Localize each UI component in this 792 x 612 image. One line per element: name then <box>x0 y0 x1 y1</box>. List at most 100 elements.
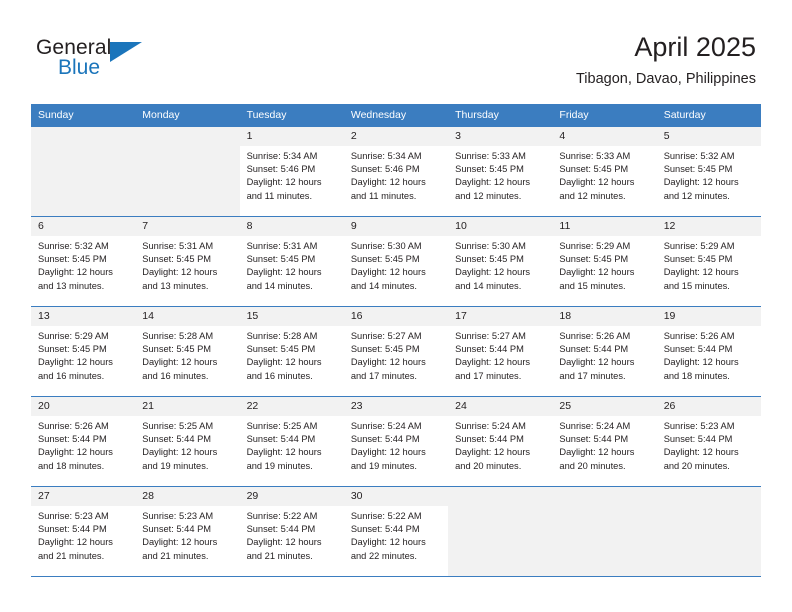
day-number-band: 23 <box>343 397 449 416</box>
day-detail-line: Sunset: 5:44 PM <box>663 344 733 355</box>
calendar-day-cell[interactable]: 8 Sunrise: 5:31 AM Sunset: 5:45 PM Daylight… <box>239 216 344 307</box>
day-detail-line: Sunrise: 5:31 AM <box>246 241 318 251</box>
day-detail-line: Daylight: 12 hours <box>38 357 113 368</box>
day-number-band: 11 <box>552 217 657 236</box>
day-number-band: 3 <box>448 127 553 146</box>
day-detail-line: Daylight: 12 hours <box>38 447 113 458</box>
calendar-day-cell[interactable]: 10 Sunrise: 5:30 AM Sunset: 5:45 PM Dayligh… <box>448 216 553 307</box>
day-cell-content: 12 Sunrise: 5:29 AM Sunset: 5:45 PM Dayligh… <box>656 217 761 306</box>
day-number: 20 <box>38 400 50 412</box>
day-cell-content: 2 Sunrise: 5:34 AM Sunset: 5:46 PM Daylight… <box>343 127 449 216</box>
calendar-page: General Blue April 2025 Tibagon, Davao, … <box>0 0 792 612</box>
day-detail-line: Sunset: 5:45 PM <box>559 164 629 175</box>
day-number: 27 <box>38 490 50 502</box>
day-number-band: 2 <box>343 127 449 146</box>
day-detail-line: Sunrise: 5:32 AM <box>38 241 109 251</box>
calendar-day-cell[interactable]: 25 Sunrise: 5:24 AM Sunset: 5:44 PM Dayligh… <box>552 396 657 487</box>
calendar-day-cell[interactable]: 18 Sunrise: 5:26 AM Sunset: 5:44 PM Dayligh… <box>552 306 657 397</box>
calendar-day-cell[interactable]: 28 Sunrise: 5:23 AM Sunset: 5:44 PM Dayligh… <box>135 486 240 577</box>
day-detail-line: Sunset: 5:44 PM <box>38 434 107 445</box>
brand-logo[interactable]: General Blue <box>36 36 216 84</box>
day-detail-line: Sunset: 5:44 PM <box>350 434 420 445</box>
calendar-week-row: 13 Sunrise: 5:29 AM Sunset: 5:45 PM Dayligh… <box>31 306 761 397</box>
calendar-day-cell[interactable]: 16 Sunrise: 5:27 AM Sunset: 5:45 PM Dayligh… <box>343 306 449 397</box>
day-detail-line: Sunset: 5:44 PM <box>559 344 629 355</box>
day-details: Sunrise: 5:27 AM Sunset: 5:45 PM Daylight:… <box>344 326 448 383</box>
day-cell-content: 3 Sunrise: 5:33 AM Sunset: 5:45 PM Daylight… <box>448 127 553 216</box>
day-detail-line: and 14 minutes. <box>350 280 417 291</box>
day-detail-line: Sunrise: 5:33 AM <box>455 151 526 161</box>
day-detail-line: and 13 minutes. <box>142 280 209 291</box>
calendar-day-cell[interactable]: 17 Sunrise: 5:27 AM Sunset: 5:44 PM Dayligh… <box>448 306 553 397</box>
triangle-flag-icon <box>110 42 142 62</box>
day-cell-content: 24 Sunrise: 5:24 AM Sunset: 5:44 PM Dayligh… <box>448 397 553 486</box>
calendar-day-cell[interactable]: 6 Sunrise: 5:32 AM Sunset: 5:45 PM Daylight… <box>31 216 136 307</box>
calendar-day-cell[interactable]: 30 Sunrise: 5:22 AM Sunset: 5:44 PM Dayligh… <box>343 486 449 577</box>
day-detail-line: Daylight: 12 hours <box>455 447 531 458</box>
day-details: Sunrise: 5:31 AM Sunset: 5:45 PM Daylight:… <box>135 236 239 293</box>
weekday-header-wednesday: Wednesday <box>343 104 449 127</box>
day-detail-line: Sunrise: 5:29 AM <box>559 241 631 251</box>
day-number-band <box>135 127 240 146</box>
day-details: Sunrise: 5:32 AM Sunset: 5:45 PM Daylight:… <box>31 236 135 293</box>
day-cell-content <box>656 487 761 576</box>
day-details: Sunrise: 5:23 AM Sunset: 5:44 PM Daylight:… <box>657 416 761 473</box>
day-details: Sunrise: 5:28 AM Sunset: 5:45 PM Daylight:… <box>135 326 239 383</box>
day-detail-line: Sunset: 5:45 PM <box>663 164 733 175</box>
calendar-day-cell[interactable]: 21 Sunrise: 5:25 AM Sunset: 5:44 PM Dayligh… <box>135 396 240 487</box>
day-details: Sunrise: 5:28 AM Sunset: 5:45 PM Daylight:… <box>240 326 344 383</box>
day-detail-line: and 19 minutes. <box>246 460 313 471</box>
day-detail-line: Sunset: 5:44 PM <box>350 524 420 535</box>
weekday-header-sunday: Sunday <box>31 104 136 127</box>
calendar-day-cell[interactable]: 4 Sunrise: 5:33 AM Sunset: 5:45 PM Daylight… <box>552 127 657 217</box>
day-detail-line: Sunset: 5:44 PM <box>455 344 524 355</box>
calendar-day-cell[interactable]: 22 Sunrise: 5:25 AM Sunset: 5:44 PM Dayligh… <box>239 396 344 487</box>
day-number: 15 <box>246 310 259 322</box>
calendar-day-cell-empty <box>31 127 136 217</box>
day-detail-line: Daylight: 12 hours <box>559 267 635 278</box>
calendar-day-cell[interactable]: 5 Sunrise: 5:32 AM Sunset: 5:45 PM Daylight… <box>656 127 761 217</box>
day-number-band: 27 <box>31 487 136 506</box>
calendar-day-cell[interactable]: 20 Sunrise: 5:26 AM Sunset: 5:44 PM Dayligh… <box>31 396 136 487</box>
day-cell-content: 14 Sunrise: 5:28 AM Sunset: 5:45 PM Dayligh… <box>135 307 240 396</box>
day-detail-line: Sunrise: 5:30 AM <box>350 241 422 251</box>
calendar-day-cell[interactable]: 26 Sunrise: 5:23 AM Sunset: 5:44 PM Dayligh… <box>656 396 761 487</box>
calendar-day-cell[interactable]: 15 Sunrise: 5:28 AM Sunset: 5:45 PM Dayligh… <box>239 306 344 397</box>
calendar-day-cell[interactable]: 9 Sunrise: 5:30 AM Sunset: 5:45 PM Daylight… <box>343 216 449 307</box>
day-cell-content: 7 Sunrise: 5:31 AM Sunset: 5:45 PM Daylight… <box>135 217 240 306</box>
calendar-day-cell[interactable]: 13 Sunrise: 5:29 AM Sunset: 5:45 PM Dayligh… <box>31 306 136 397</box>
calendar-day-cell[interactable]: 11 Sunrise: 5:29 AM Sunset: 5:45 PM Dayligh… <box>552 216 657 307</box>
day-detail-line: Sunrise: 5:32 AM <box>663 151 735 161</box>
day-details: Sunrise: 5:25 AM Sunset: 5:44 PM Daylight:… <box>135 416 239 473</box>
day-detail-line: Sunset: 5:45 PM <box>663 254 733 265</box>
calendar-day-cell[interactable]: 29 Sunrise: 5:22 AM Sunset: 5:44 PM Dayligh… <box>239 486 344 577</box>
day-details: Sunrise: 5:26 AM Sunset: 5:44 PM Daylight:… <box>31 416 135 473</box>
calendar-day-cell[interactable]: 14 Sunrise: 5:28 AM Sunset: 5:45 PM Dayligh… <box>135 306 240 397</box>
day-details: Sunrise: 5:33 AM Sunset: 5:45 PM Daylight:… <box>448 146 552 203</box>
calendar-day-cell[interactable]: 23 Sunrise: 5:24 AM Sunset: 5:44 PM Dayligh… <box>343 396 449 487</box>
calendar-day-cell[interactable]: 2 Sunrise: 5:34 AM Sunset: 5:46 PM Daylight… <box>343 127 449 217</box>
calendar-day-cell[interactable]: 7 Sunrise: 5:31 AM Sunset: 5:45 PM Daylight… <box>135 216 240 307</box>
page-subtitle: Tibagon, Davao, Philippines <box>575 71 756 87</box>
day-detail-line: Sunset: 5:44 PM <box>559 434 629 445</box>
calendar-day-cell[interactable]: 12 Sunrise: 5:29 AM Sunset: 5:45 PM Dayligh… <box>656 216 761 307</box>
day-number-band: 12 <box>656 217 761 236</box>
calendar-week-row: 27 Sunrise: 5:23 AM Sunset: 5:44 PM Dayligh… <box>31 486 761 577</box>
day-detail-line: Sunrise: 5:26 AM <box>663 331 735 341</box>
day-cell-content: 11 Sunrise: 5:29 AM Sunset: 5:45 PM Dayligh… <box>552 217 657 306</box>
day-detail-line: and 15 minutes. <box>663 280 730 291</box>
day-detail-line: Sunrise: 5:24 AM <box>350 421 422 431</box>
day-detail-line: Daylight: 12 hours <box>38 267 113 278</box>
calendar-day-cell[interactable]: 3 Sunrise: 5:33 AM Sunset: 5:45 PM Daylight… <box>448 127 553 217</box>
calendar-day-cell[interactable]: 1 Sunrise: 5:34 AM Sunset: 5:46 PM Daylight… <box>239 127 344 217</box>
calendar-grid: Sunday Monday Tuesday Wednesday Thursday Frid… <box>31 104 761 577</box>
calendar-day-cell[interactable]: 19 Sunrise: 5:26 AM Sunset: 5:44 PM Dayligh… <box>656 306 761 397</box>
day-detail-line: Sunrise: 5:30 AM <box>455 241 526 251</box>
day-cell-content: 4 Sunrise: 5:33 AM Sunset: 5:45 PM Daylight… <box>552 127 657 216</box>
day-detail-line: and 15 minutes. <box>559 280 626 291</box>
day-detail-line: Sunrise: 5:25 AM <box>246 421 318 431</box>
day-details: Sunrise: 5:23 AM Sunset: 5:44 PM Daylight:… <box>31 506 135 563</box>
calendar-day-cell[interactable]: 24 Sunrise: 5:24 AM Sunset: 5:44 PM Dayligh… <box>448 396 553 487</box>
day-detail-line: Sunset: 5:45 PM <box>559 254 629 265</box>
calendar-day-cell[interactable]: 27 Sunrise: 5:23 AM Sunset: 5:44 PM Dayligh… <box>31 486 136 577</box>
